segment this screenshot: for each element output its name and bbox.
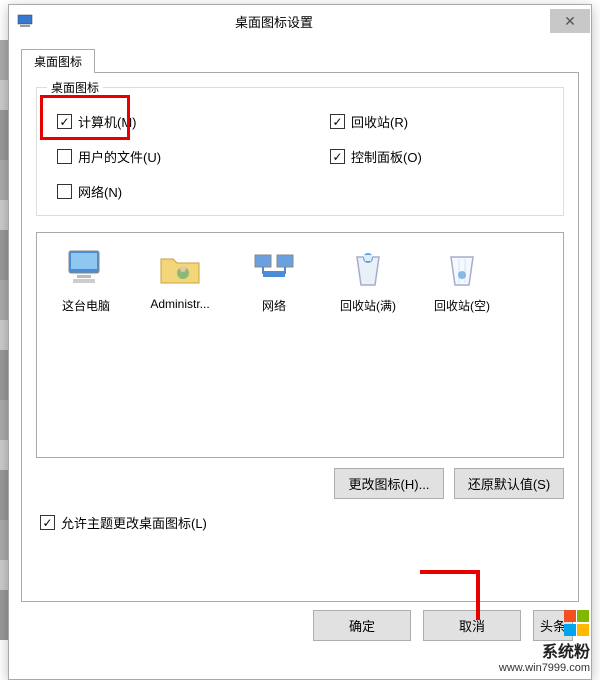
change-icon-button[interactable]: 更改图标(H)...: [334, 468, 444, 499]
checkbox-label: 回收站(R): [351, 112, 408, 131]
logo-square: [577, 624, 589, 636]
recycle-empty-icon: [439, 245, 485, 291]
tab-strip: 桌面图标: [21, 49, 579, 73]
checkbox-label: 用户的文件(U): [78, 147, 161, 166]
checkbox-label: 控制面板(O): [351, 147, 422, 166]
checkbox-box-icon: [57, 184, 72, 199]
titlebar: 桌面图标设置 ✕: [9, 5, 591, 37]
logo-square: [577, 610, 589, 622]
tab-page: 桌面图标 计算机(M) 回收站(R) 用户的文件(U): [21, 72, 579, 602]
checkbox-control-panel[interactable]: 控制面板(O): [330, 147, 553, 166]
microsoft-logo-icon: [564, 610, 590, 636]
icon-preview-list[interactable]: 这台电脑 Administr... 网络: [36, 232, 564, 458]
icon-label: 回收站(满): [329, 297, 407, 314]
checkbox-allow-themes[interactable]: 允许主题更改桌面图标(L): [36, 513, 564, 532]
user-folder-icon: [157, 245, 203, 291]
checkbox-network[interactable]: 网络(N): [57, 182, 280, 201]
close-button[interactable]: ✕: [550, 9, 590, 33]
icon-label: Administr...: [141, 297, 219, 311]
checkbox-label: 网络(N): [78, 182, 122, 201]
checkbox-user-files[interactable]: 用户的文件(U): [57, 147, 280, 166]
icon-label: 回收站(空): [423, 297, 501, 314]
tab-desktop-icons[interactable]: 桌面图标: [21, 49, 95, 73]
list-item[interactable]: Administr...: [141, 245, 219, 311]
checkbox-recycle-bin[interactable]: 回收站(R): [330, 112, 553, 131]
checkbox-box-icon: [57, 149, 72, 164]
icon-label: 网络: [235, 297, 313, 314]
ok-button[interactable]: 确定: [313, 610, 411, 641]
icon-label: 这台电脑: [47, 297, 125, 314]
checkbox-box-icon: [330, 149, 345, 164]
watermark-url: www.win7999.com: [499, 662, 590, 674]
annotation-highlight-computer: 计算机(M): [40, 95, 130, 140]
list-item[interactable]: 回收站(空): [423, 245, 501, 314]
computer-icon: [63, 245, 109, 291]
icon-buttons-row: 更改图标(H)... 还原默认值(S): [36, 468, 564, 499]
checkbox-label: 允许主题更改桌面图标(L): [61, 513, 207, 532]
group-legend: 桌面图标: [47, 79, 103, 96]
watermark: 系统粉 www.win7999.com: [499, 610, 590, 674]
dialog-title: 桌面图标设置: [235, 12, 550, 31]
logo-square: [564, 610, 576, 622]
logo-square: [564, 624, 576, 636]
restore-default-button[interactable]: 还原默认值(S): [454, 468, 564, 499]
checkbox-box-icon: [40, 515, 55, 530]
list-item[interactable]: 网络: [235, 245, 313, 314]
watermark-site: 系统粉: [542, 638, 590, 662]
checkbox-box-icon: [330, 114, 345, 129]
annotation-highlight-corner: [420, 570, 480, 620]
recycle-full-icon: [345, 245, 391, 291]
dialog-icon: [17, 12, 35, 30]
list-item[interactable]: 这台电脑: [47, 245, 125, 314]
network-icon: [251, 245, 297, 291]
list-item[interactable]: 回收站(满): [329, 245, 407, 314]
background-strip: [0, 40, 8, 640]
